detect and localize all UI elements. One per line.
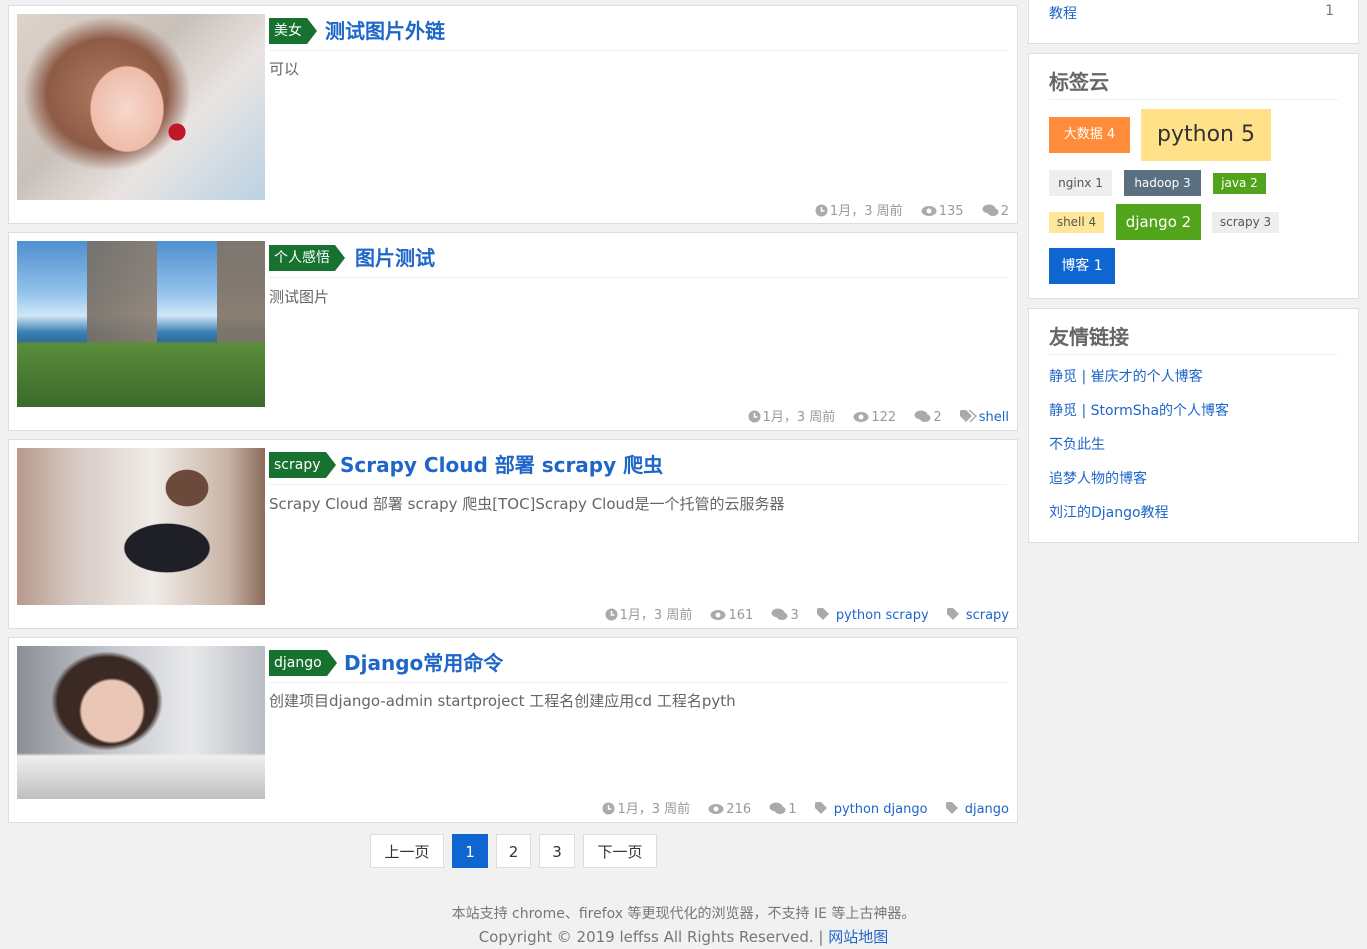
tag-icon [814,802,827,814]
post-comments: 2 [982,204,1009,219]
tag-cloud-item[interactable]: 大数据 4 [1049,117,1130,153]
post-title-link[interactable]: 测试图片外链 [325,16,445,46]
friend-links-widget: 友情链接 静觅 | 崔庆才的个人博客 静觅 | StormSha的个人博客 不负… [1028,308,1359,543]
tag-cloud-widget: 标签云 大数据 4 python 5 nginx 1 hadoop 3 java… [1028,53,1359,299]
post-thumbnail[interactable] [17,646,265,799]
post-date: 1月，3 周前 [605,608,692,623]
post-header: 个人感悟 图片测试 [269,243,1007,278]
clock-icon [602,802,615,815]
tag-icon [946,608,959,620]
post-comments: 1 [769,802,797,817]
tag-cloud-item[interactable]: shell 4 [1049,212,1104,233]
post-card: django Django常用命令 创建项目django-admin start… [8,637,1018,823]
post-category-badge[interactable]: 美女 [269,18,317,44]
category-link[interactable]: 教程 [1049,3,1077,23]
post-date: 1月，3 周前 [815,204,903,219]
comments-icon [769,802,786,814]
page-button[interactable]: 1 [452,834,488,868]
clock-icon [605,608,618,621]
post-thumbnail[interactable] [17,14,265,200]
tag-cloud-item[interactable]: python 5 [1141,109,1271,161]
eye-icon [921,206,937,216]
post-views: 216 [708,802,751,817]
post-header: 美女 测试图片外链 [269,16,1007,51]
post-excerpt: 创建项目django-admin startproject 工程名创建应用cd … [269,692,736,710]
tag-icon [816,608,829,620]
friend-link[interactable]: 静觅 | 崔庆才的个人博客 [1049,366,1203,386]
post-category-badge[interactable]: scrapy [269,452,335,478]
post-meta: 1月，3 周前 216 1 python django django [588,798,1009,817]
friend-link[interactable]: 静觅 | StormSha的个人博客 [1049,400,1229,420]
post-views: 122 [853,410,896,425]
post-thumbnail[interactable] [17,448,265,605]
friend-link[interactable]: 不负此生 [1049,434,1105,454]
category-widget: 教程 1 [1028,0,1359,44]
eye-icon [710,610,726,620]
next-page-button[interactable]: 下一页 [583,834,657,868]
post-title-link[interactable]: 图片测试 [355,243,435,273]
prev-page-button[interactable]: 上一页 [370,834,444,868]
friend-link[interactable]: 追梦人物的博客 [1049,468,1147,488]
post-excerpt: Scrapy Cloud 部署 scrapy 爬虫[TOC]Scrapy Clo… [269,495,785,513]
page-button[interactable]: 2 [496,834,531,868]
post-tag-link[interactable]: django [945,802,1009,817]
footer-separator: | [818,928,824,946]
page-button[interactable]: 3 [539,834,575,868]
post-tag-link[interactable]: shell [959,410,1009,425]
tag-cloud-item[interactable]: java 2 [1213,173,1266,194]
post-tag-link[interactable]: python scrapy [816,608,929,623]
post-views: 161 [710,608,753,623]
category-count: 1 [1325,3,1334,19]
post-meta: 1月，3 周前 122 2 shell [734,406,1009,425]
post-thumbnail[interactable] [17,241,265,407]
eye-icon [853,412,869,422]
post-card: 个人感悟 图片测试 测试图片 1月，3 周前 122 2 shell [8,232,1018,431]
post-views: 135 [921,204,964,219]
post-title-link[interactable]: Scrapy Cloud 部署 scrapy 爬虫 [340,450,663,480]
post-comments: 3 [771,608,799,623]
tag-cloud-title: 标签云 [1049,70,1109,94]
post-comments: 2 [914,410,942,425]
tag-cloud-item[interactable]: 博客 1 [1049,248,1115,284]
comments-icon [771,608,788,620]
copyright-text: Copyright © 2019 leffss All Rights Reser… [478,928,814,946]
post-excerpt: 测试图片 [269,288,330,306]
divider [1049,354,1338,355]
post-header: django Django常用命令 [269,648,1007,683]
post-date: 1月，3 周前 [602,802,690,817]
post-header: scrapy Scrapy Cloud 部署 scrapy 爬虫 [269,450,1007,485]
clock-icon [815,204,828,217]
comments-icon [982,204,999,216]
post-tag-link[interactable]: python django [814,802,928,817]
post-title-link[interactable]: Django常用命令 [344,648,503,678]
tag-icon [945,802,958,814]
tag-icon [959,410,977,423]
post-excerpt: 可以 [269,60,300,78]
post-card: 美女 测试图片外链 可以 1月，3 周前 135 2 [8,5,1018,224]
post-meta: 1月，3 周前 135 2 [801,200,1009,219]
tag-cloud-item[interactable]: nginx 1 [1049,170,1112,196]
sitemap-link[interactable]: 网站地图 [828,928,888,946]
post-category-badge[interactable]: 个人感悟 [269,245,345,271]
friend-link[interactable]: 刘江的Django教程 [1049,502,1169,522]
friend-links-title: 友情链接 [1049,325,1129,349]
browser-notice: 本站支持 chrome、firefox 等更现代化的浏览器，不支持 IE 等上古… [451,906,916,922]
tag-cloud-item[interactable]: hadoop 3 [1124,170,1201,196]
post-card: scrapy Scrapy Cloud 部署 scrapy 爬虫 Scrapy … [8,439,1018,629]
comments-icon [914,410,931,422]
post-meta: 1月，3 周前 161 3 python scrapy scrapy [591,604,1009,623]
post-date: 1月，3 周前 [748,410,835,425]
copyright: Copyright © 2019 leffss All Rights Reser… [0,926,1367,947]
tag-cloud-item[interactable]: django 2 [1116,204,1201,240]
clock-icon [748,410,761,423]
post-category-badge[interactable]: django [269,650,337,676]
post-tag-link[interactable]: scrapy [946,608,1009,623]
divider [1049,99,1338,100]
eye-icon [708,804,724,814]
tag-cloud-item[interactable]: scrapy 3 [1212,212,1279,233]
